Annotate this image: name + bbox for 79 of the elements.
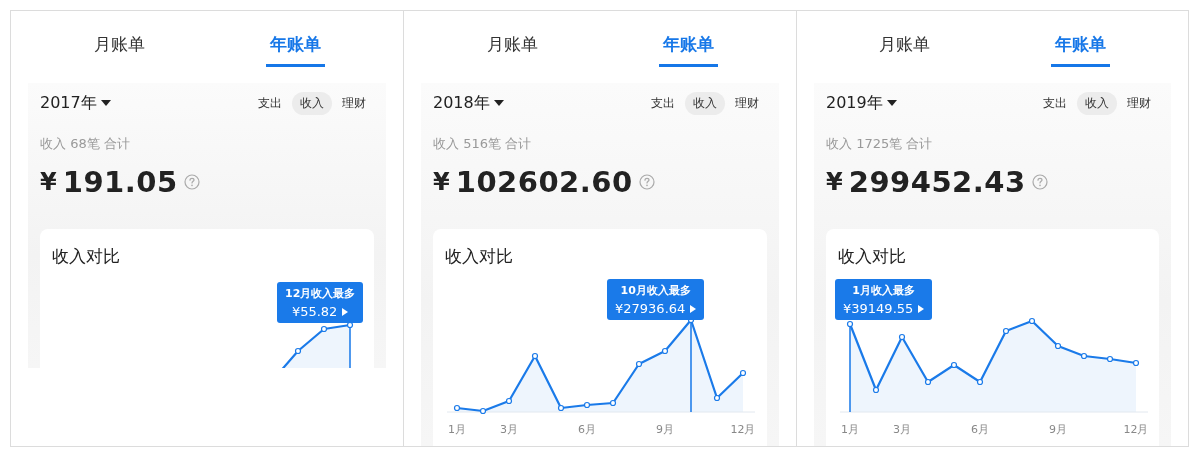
- summary-text: 收入 1725笔 合计: [826, 135, 934, 153]
- data-point: [1080, 352, 1088, 360]
- currency-symbol: ¥: [433, 168, 450, 196]
- card-title: 收入对比: [51, 245, 121, 268]
- tooltip-title: 12月收入最多: [285, 286, 356, 301]
- axis-label: 9月: [1049, 422, 1067, 437]
- filter-chip[interactable]: 理财: [727, 91, 767, 115]
- data-point: [898, 333, 906, 341]
- play-triangle-icon: [918, 304, 925, 313]
- data-point: [713, 394, 721, 402]
- axis-label: 3月: [500, 422, 518, 437]
- filter-chip[interactable]: 收入: [685, 91, 725, 115]
- axis-label: 1月: [448, 422, 466, 437]
- data-point: [872, 386, 880, 394]
- help-icon[interactable]: [183, 174, 200, 190]
- caret-down-icon: [100, 100, 111, 106]
- data-point: [320, 325, 328, 333]
- data-point: [950, 361, 958, 369]
- help-icon[interactable]: [1031, 174, 1048, 190]
- play-triangle-icon: [342, 307, 349, 316]
- help-icon[interactable]: [638, 174, 655, 190]
- card-title: 收入对比: [444, 245, 514, 268]
- tooltip-title: 1月收入最多: [851, 283, 916, 298]
- axis-label: 3月: [893, 422, 911, 437]
- currency-symbol: ¥: [40, 168, 57, 196]
- year-dropdown[interactable]: 2018年: [433, 92, 504, 114]
- axis-label: 6月: [578, 422, 596, 437]
- filter-chip[interactable]: 支出: [1035, 91, 1075, 115]
- total-amount: 299452.43: [848, 165, 1026, 199]
- data-point: [924, 378, 932, 386]
- caret-down-icon: [493, 100, 504, 106]
- data-point: [453, 404, 461, 412]
- year-dropdown[interactable]: 2017年: [40, 92, 111, 114]
- caret-down-icon: [886, 100, 897, 106]
- bill-tab[interactable]: 年账单: [265, 29, 325, 67]
- tooltip-value: ¥55.82: [291, 304, 338, 319]
- summary-text: 收入 516笔 合计: [433, 135, 533, 153]
- data-point: [739, 369, 747, 377]
- bill-tab[interactable]: 月账单: [482, 29, 542, 67]
- bill-tab[interactable]: 月账单: [875, 29, 935, 67]
- data-point: [609, 399, 617, 407]
- bill-tab[interactable]: 月账单: [89, 29, 149, 67]
- filter-chip[interactable]: 收入: [1077, 91, 1117, 115]
- summary-text: 收入 68笔 合计: [40, 135, 131, 153]
- filter-chip[interactable]: 理财: [1119, 91, 1159, 115]
- filter-chip[interactable]: 支出: [643, 91, 683, 115]
- data-point: [976, 378, 984, 386]
- bill-tab[interactable]: 年账单: [658, 29, 718, 67]
- data-point: [1106, 355, 1114, 363]
- data-point: [505, 397, 513, 405]
- data-point: [583, 401, 591, 409]
- data-point: [635, 360, 643, 368]
- tooltip-value: ¥39149.55: [843, 301, 914, 316]
- axis-label: 1月: [841, 422, 859, 437]
- data-point: [294, 347, 302, 355]
- axis-label: 9月: [656, 422, 674, 437]
- data-point: [557, 404, 565, 412]
- filter-chip[interactable]: 支出: [250, 91, 290, 115]
- filter-chip[interactable]: 理财: [334, 91, 374, 115]
- tooltip-value: ¥27936.64: [615, 301, 686, 316]
- total-amount: 102602.60: [455, 165, 633, 199]
- data-point: [661, 347, 669, 355]
- play-triangle-icon: [690, 304, 697, 313]
- year-dropdown[interactable]: 2019年: [826, 92, 897, 114]
- bill-tab[interactable]: 年账单: [1050, 29, 1110, 67]
- currency-symbol: ¥: [826, 168, 843, 196]
- data-point: [531, 352, 539, 360]
- data-point: [1028, 317, 1036, 325]
- tooltip-title: 10月收入最多: [619, 283, 692, 298]
- data-point: [1002, 327, 1010, 335]
- axis-label: 12月: [1123, 422, 1149, 437]
- filter-chip[interactable]: 收入: [292, 91, 332, 115]
- data-point: [479, 407, 487, 415]
- axis-label: 12月: [730, 422, 756, 437]
- total-amount: 191.05: [62, 165, 178, 199]
- data-point: [1054, 342, 1062, 350]
- card-title: 收入对比: [837, 245, 907, 268]
- axis-label: 6月: [971, 422, 989, 437]
- data-point: [1132, 359, 1140, 367]
